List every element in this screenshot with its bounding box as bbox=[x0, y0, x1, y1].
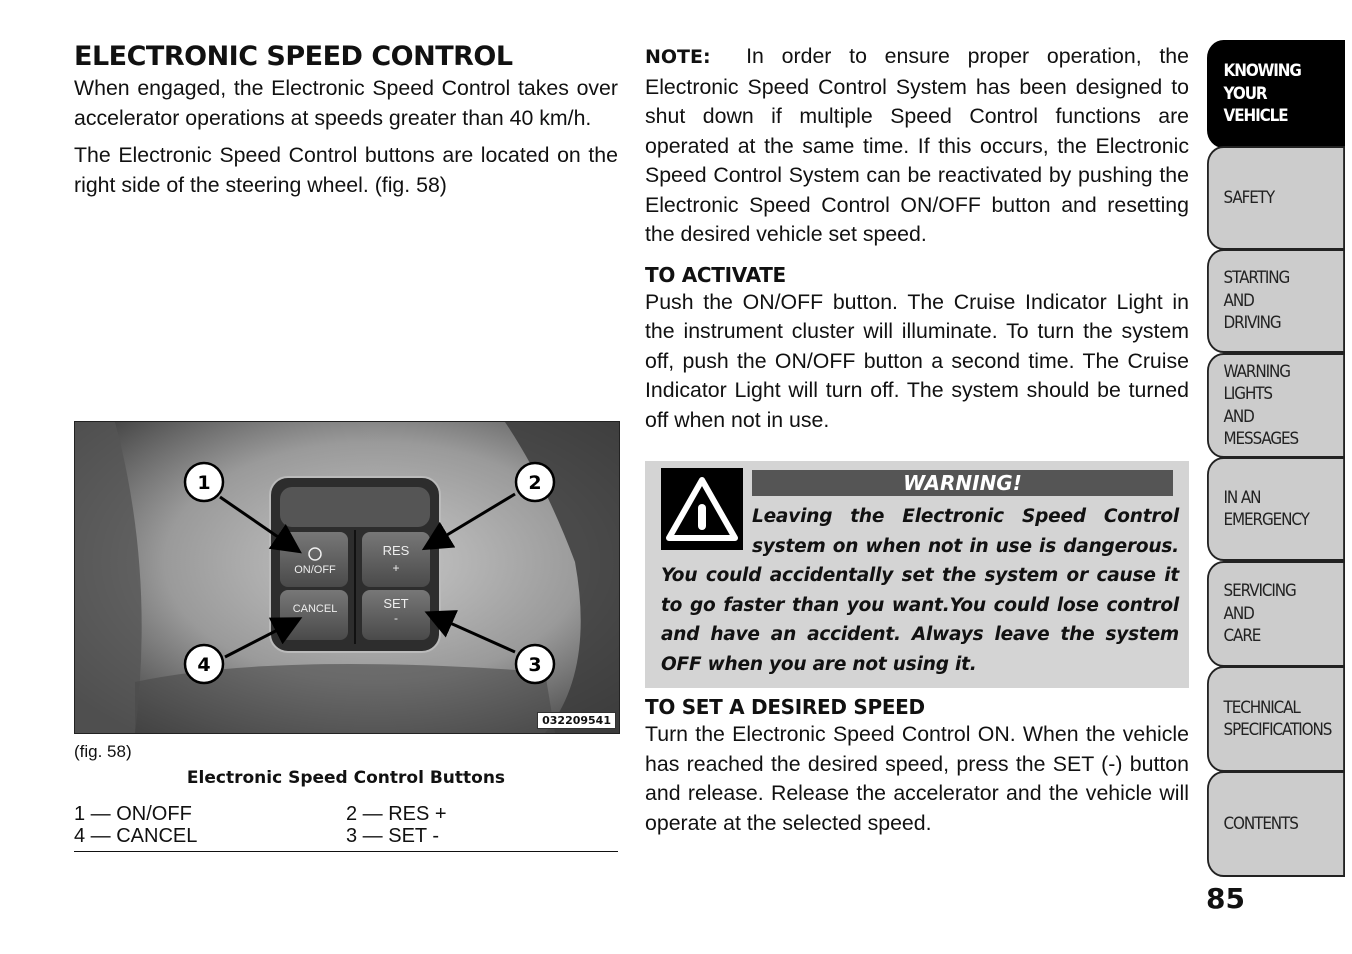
note-text: In order to ensure proper operation, the… bbox=[645, 44, 1189, 246]
warning-box: WARNING! Leaving the Electronic Speed Co… bbox=[645, 461, 1189, 688]
warning-text-block: Leaving the Electronic Speed Control sys… bbox=[661, 502, 1179, 679]
figure-caption: Electronic Speed Control Buttons bbox=[186, 768, 506, 788]
tab-warning-lights[interactable]: WARNING LIGHTS AND MESSAGES bbox=[1207, 353, 1345, 458]
button-label-cancel: CANCEL bbox=[293, 603, 338, 615]
tab-servicing-and-care[interactable]: SERVICING AND CARE bbox=[1207, 561, 1345, 667]
tab-knowing-your-vehicle[interactable]: KNOWING YOUR VEHICLE bbox=[1207, 40, 1345, 148]
warning-heading: WARNING! bbox=[752, 470, 1173, 496]
figure-legend: 1 — ON/OFF 2 — RES + 4 — CANCEL 3 — SET … bbox=[74, 803, 618, 852]
svg-text:3: 3 bbox=[528, 654, 541, 676]
steering-wheel-figure: ON/OFF RES + CANCEL SET - 1 2 3 4 032209… bbox=[74, 421, 620, 734]
svg-text:4: 4 bbox=[197, 654, 210, 676]
figure-reference: (fig. 58) bbox=[74, 742, 132, 761]
steering-wheel-illustration: ON/OFF RES + CANCEL SET - 1 2 3 4 bbox=[75, 422, 619, 733]
right-column: NOTE: In order to ensure proper operatio… bbox=[645, 40, 1189, 443]
tab-starting-and-driving[interactable]: STARTING AND DRIVING bbox=[1207, 249, 1345, 353]
figure-id: 032209541 bbox=[537, 712, 616, 729]
activate-heading: TO ACTIVATE bbox=[645, 262, 786, 287]
button-label-set: SET bbox=[383, 596, 408, 611]
activate-paragraph: Push the ON/OFF button. The Cruise Indic… bbox=[645, 289, 1189, 432]
set-speed-heading: TO SET A DESIRED SPEED bbox=[645, 695, 925, 719]
page-number: 85 bbox=[1206, 882, 1245, 915]
legend-item: 1 — ON/OFF bbox=[74, 803, 192, 825]
buttons-location-paragraph: The Electronic Speed Control buttons are… bbox=[74, 143, 618, 197]
set-speed-paragraph: Turn the Electronic Speed Control ON. Wh… bbox=[645, 722, 1189, 835]
callout-2: 2 bbox=[514, 461, 556, 503]
callout-1: 1 bbox=[183, 461, 225, 503]
button-label-res: RES bbox=[383, 543, 410, 558]
tab-safety[interactable]: SAFETY bbox=[1207, 146, 1345, 250]
button-label-on-off: ON/OFF bbox=[294, 564, 336, 576]
tab-contents[interactable]: CONTENTS bbox=[1207, 771, 1345, 877]
legend-item: 3 — SET - bbox=[346, 825, 439, 847]
legend-row: 1 — ON/OFF 2 — RES + bbox=[74, 803, 618, 825]
legend-item: 4 — CANCEL bbox=[74, 825, 198, 847]
note-label: NOTE: bbox=[645, 46, 711, 68]
tab-technical-specifications[interactable]: TECHNICAL SPECIFICATIONS bbox=[1207, 666, 1345, 772]
callout-4: 4 bbox=[183, 643, 225, 685]
legend-row: 4 — CANCEL 3 — SET - bbox=[74, 825, 618, 847]
set-speed-section: TO SET A DESIRED SPEED Turn the Electron… bbox=[645, 694, 1189, 846]
button-label-set-sign: - bbox=[394, 611, 398, 625]
note-paragraph: NOTE: In order to ensure proper operatio… bbox=[645, 42, 1189, 250]
svg-text:1: 1 bbox=[197, 472, 210, 494]
callout-3: 3 bbox=[514, 643, 556, 685]
tab-in-an-emergency[interactable]: IN AN EMERGENCY bbox=[1207, 457, 1345, 561]
legend-item: 2 — RES + bbox=[346, 803, 447, 825]
left-column: ELECTRONIC SPEED CONTROL When engaged, t… bbox=[74, 40, 618, 208]
button-label-res-sign: + bbox=[392, 561, 399, 575]
svg-text:2: 2 bbox=[528, 472, 541, 494]
section-title: ELECTRONIC SPEED CONTROL bbox=[74, 41, 513, 72]
intro-paragraph: When engaged, the Electronic Speed Contr… bbox=[74, 76, 618, 130]
